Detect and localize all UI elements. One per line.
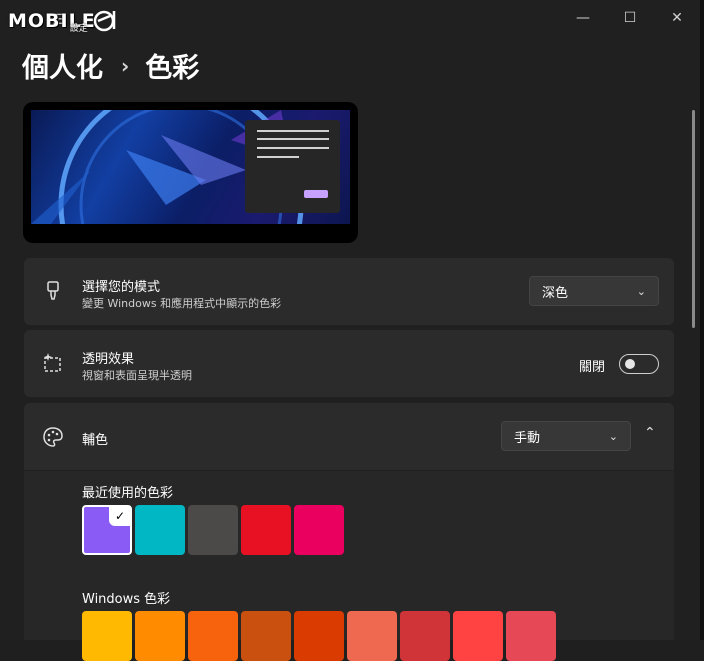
color-swatch[interactable] [188,505,238,555]
mode-description: 變更 Windows 和應用程式中顯示的色彩 [82,297,282,310]
chevron-down-icon: ⌄ [608,430,618,443]
color-swatch[interactable] [294,505,344,555]
transparency-toggle[interactable] [619,354,659,374]
accent-title: 輔色 [82,433,109,448]
scrollbar[interactable] [692,110,695,328]
transparency-description: 視窗和表面呈現半透明 [82,369,192,382]
accent-dropdown-value: 手動 [514,430,541,446]
preview-line [257,156,299,158]
chevron-down-icon: ⌄ [636,285,646,298]
windows-colors-label: Windows 色彩 [82,592,171,607]
watermark-subtext: 設定 [69,24,88,34]
color-swatch[interactable] [135,505,185,555]
paintbrush-icon [47,281,59,300]
mode-dropdown[interactable]: 深色 ⌄ [529,276,659,306]
mode-setting-card: 選擇您的模式 變更 Windows 和應用程式中顯示的色彩 深色 ⌄ [24,258,674,325]
transparency-state-label: 關閉 [579,360,606,375]
color-swatch[interactable] [400,611,450,661]
page-title: 色彩 [145,53,200,84]
breadcrumb-separator: › [121,53,130,78]
preview-line [257,130,329,132]
minimize-button[interactable]: — [568,8,598,28]
transparency-title: 透明效果 [82,352,135,367]
toggle-knob [625,359,635,369]
color-swatch[interactable] [347,611,397,661]
recent-colors-label: 最近使用的色彩 [82,486,174,501]
preview-window [245,120,340,213]
color-swatch[interactable] [188,611,238,661]
color-swatch[interactable] [135,611,185,661]
close-button[interactable]: ✕ [662,8,692,28]
preview-line [257,147,329,149]
transparency-setting-card: 透明效果 視窗和表面呈現半透明 關閉 [24,330,674,397]
checkmark-icon: ✓ [109,506,131,526]
color-swatch[interactable] [506,611,556,661]
palette-icon [43,427,63,447]
collapse-chevron-up-icon[interactable]: ⌃ [644,425,656,441]
preview-accent-button [304,190,328,198]
color-swatch[interactable] [82,611,132,661]
color-swatch[interactable] [453,611,503,661]
accent-setting-card: 輔色 手動 ⌄ ⌃ [24,403,674,470]
title-bar: ← ☰ MOBILE 設定 — ☐ ✕ [0,0,700,36]
sparkle-frame-icon [44,353,61,372]
wallpaper-preview [31,110,350,224]
preview-line [257,138,329,140]
color-swatch[interactable]: ✓ [82,505,132,555]
theme-preview [23,102,358,243]
color-swatch[interactable] [241,611,291,661]
breadcrumb: 個人化 › 色彩 [22,46,199,85]
mode-dropdown-value: 深色 [542,285,569,301]
color-swatch[interactable] [294,611,344,661]
desktop-edge [700,0,704,640]
maximize-button[interactable]: ☐ [615,8,645,28]
accent-mode-dropdown[interactable]: 手動 ⌄ [501,421,631,451]
color-swatch[interactable] [241,505,291,555]
watermark-logo: MOBILE 設定 [8,4,118,34]
mode-title: 選擇您的模式 [82,280,161,295]
breadcrumb-parent[interactable]: 個人化 [22,46,103,85]
settings-window: ← ☰ MOBILE 設定 — ☐ ✕ 個人化 › 色彩 選擇您的模式 變更 W… [0,0,701,661]
watermark-emblem-icon [93,10,115,32]
